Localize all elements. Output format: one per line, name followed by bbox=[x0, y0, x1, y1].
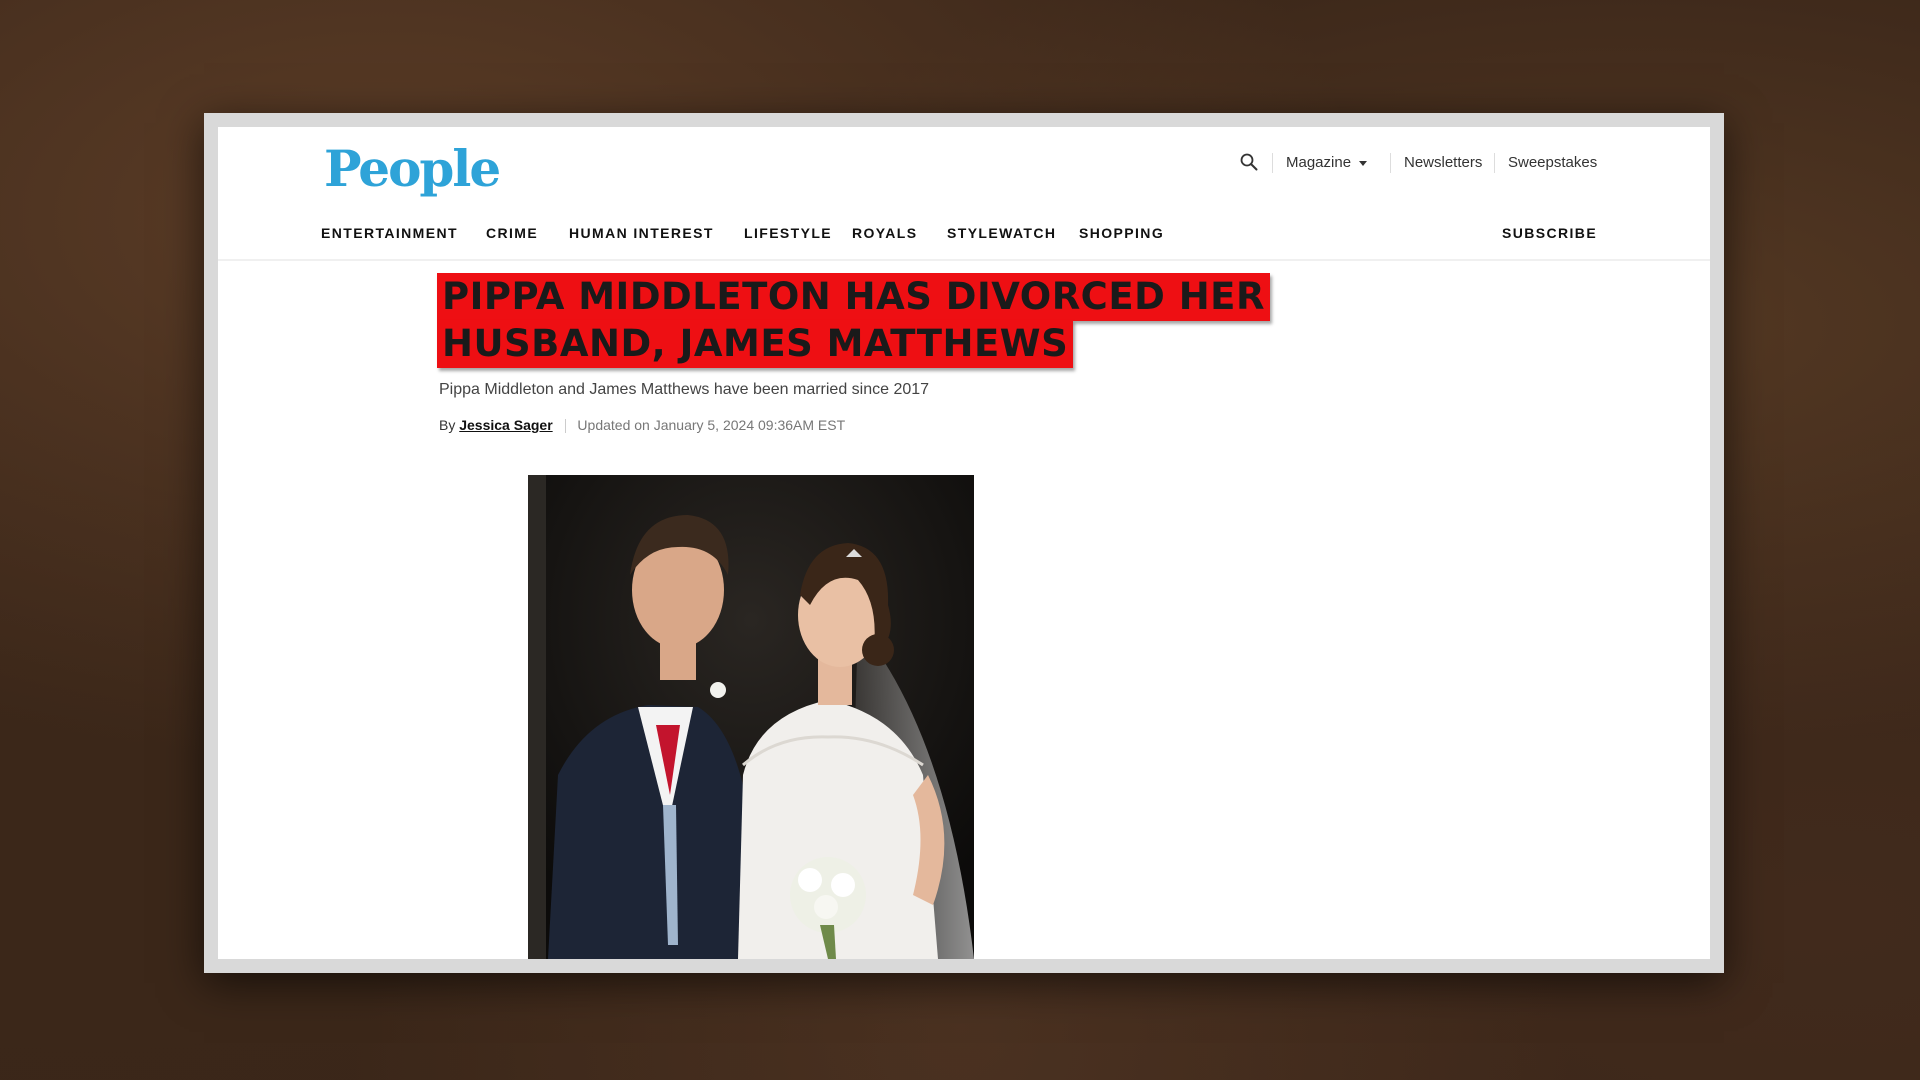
nav-human-interest[interactable]: HUMAN INTEREST bbox=[569, 225, 714, 241]
nav-stylewatch[interactable]: STYLEWATCH bbox=[947, 225, 1056, 241]
article-headline: PIPPA MIDDLETON HAS DIVORCED HER HUSBAND… bbox=[437, 273, 1297, 368]
people-logo[interactable]: People bbox=[324, 139, 501, 198]
nav-royals[interactable]: ROYALS bbox=[852, 225, 917, 241]
webpage: People Magazine Newsletters Sweepstakes … bbox=[218, 127, 1710, 959]
magazine-dropdown[interactable]: Magazine bbox=[1286, 154, 1368, 171]
magazine-label: Magazine bbox=[1286, 154, 1352, 171]
sweepstakes-link[interactable]: Sweepstakes bbox=[1508, 154, 1597, 171]
author-link[interactable]: Jessica Sager bbox=[459, 417, 552, 433]
nav-crime[interactable]: CRIME bbox=[486, 225, 538, 241]
utility-divider bbox=[1390, 153, 1391, 173]
utility-divider bbox=[1494, 153, 1495, 173]
utility-divider bbox=[1272, 153, 1273, 173]
article-photo bbox=[528, 475, 974, 959]
byline: By Jessica Sager Updated on January 5, 2… bbox=[439, 417, 846, 434]
by-label: By bbox=[439, 417, 456, 433]
nav-shopping[interactable]: SHOPPING bbox=[1079, 225, 1164, 241]
nav-entertainment[interactable]: ENTERTAINMENT bbox=[321, 225, 458, 241]
header-divider bbox=[218, 259, 1710, 261]
nav-lifestyle[interactable]: LIFESTYLE bbox=[744, 225, 832, 241]
byline-divider bbox=[564, 419, 566, 434]
search-icon[interactable] bbox=[1240, 153, 1258, 171]
subscribe-link[interactable]: SUBSCRIBE bbox=[1502, 225, 1597, 241]
newsletters-link[interactable]: Newsletters bbox=[1404, 154, 1482, 171]
screenshot-frame: People Magazine Newsletters Sweepstakes … bbox=[204, 113, 1724, 973]
article-subheading: Pippa Middleton and James Matthews have … bbox=[439, 381, 930, 398]
updated-timestamp: Updated on January 5, 2024 09:36AM EST bbox=[577, 417, 846, 433]
headline-line-2: HUSBAND, JAMES MATTHEWS bbox=[437, 320, 1074, 368]
chevron-down-icon bbox=[1359, 160, 1368, 166]
headline-line-1: PIPPA MIDDLETON HAS DIVORCED HER bbox=[437, 273, 1270, 321]
